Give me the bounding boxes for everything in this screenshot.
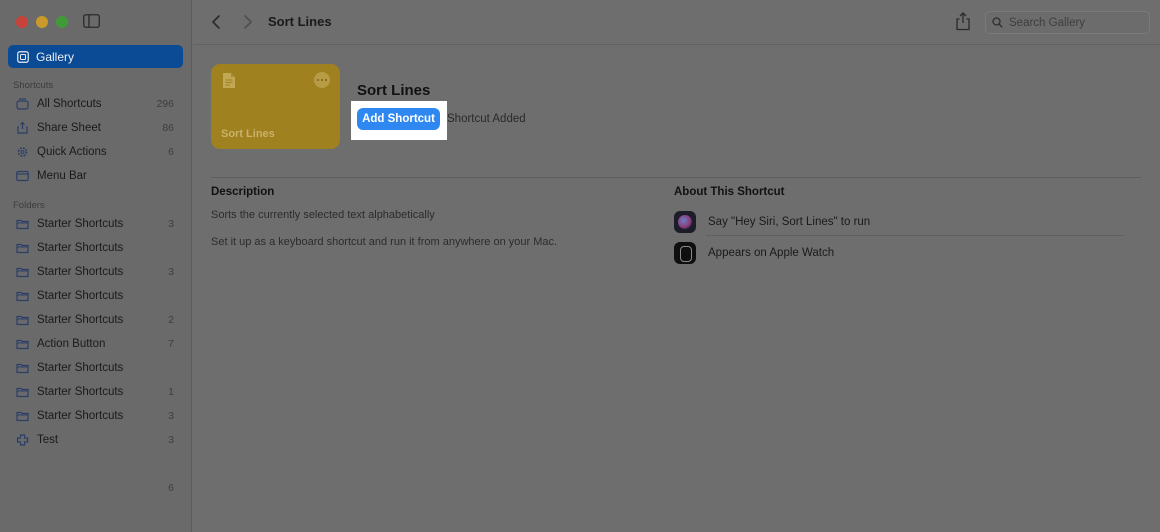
- folder-icon: [16, 315, 29, 326]
- apple-watch-icon: [674, 242, 696, 264]
- sidebar-item-label: Share Sheet: [37, 122, 101, 134]
- search-input[interactable]: [1009, 16, 1139, 29]
- folder-icon: [16, 243, 29, 254]
- sidebar-folder-item[interactable]: Starter Shortcuts 3: [16, 263, 176, 281]
- search-icon: [992, 17, 1003, 28]
- sidebar-item-all-shortcuts[interactable]: All Shortcuts 296: [16, 95, 176, 113]
- stack-icon: [16, 98, 29, 110]
- sidebar-folder-item[interactable]: Starter Shortcuts 2: [16, 311, 176, 329]
- sidebar-item-label: Quick Actions: [37, 146, 107, 158]
- siri-icon: [674, 211, 696, 233]
- sidebar-item-count: 2: [168, 314, 174, 326]
- sidebar-folder-item-test[interactable]: Test 3: [16, 431, 176, 449]
- folder-icon: [16, 387, 29, 398]
- sidebar-item-gallery[interactable]: Gallery: [8, 45, 183, 68]
- section-divider: [211, 177, 1141, 178]
- sidebar-folder-item[interactable]: Starter Shortcuts: [16, 359, 176, 377]
- about-divider: [706, 235, 1124, 236]
- document-icon: [223, 73, 235, 88]
- add-shortcut-highlight: Add Shortcut: [351, 101, 447, 140]
- sidebar-item-count: 7: [168, 338, 174, 350]
- page-title: Sort Lines: [268, 14, 332, 29]
- description-text: Sorts the currently selected text alphab…: [211, 209, 435, 221]
- chevron-left-icon[interactable]: [211, 14, 221, 30]
- sidebar-item-count: 86: [162, 122, 174, 134]
- gallery-icon: [17, 50, 29, 63]
- siri-row: Say "Hey Siri, Sort Lines" to run: [674, 210, 1124, 234]
- sidebar-item-count: 3: [168, 218, 174, 230]
- sidebar-item-quick-actions[interactable]: Quick Actions 6: [16, 143, 176, 161]
- sidebar-item-label: Starter Shortcuts: [37, 410, 124, 422]
- folder-icon: [16, 267, 29, 278]
- description-heading: Description: [211, 186, 275, 198]
- sidebar-item-menu-bar[interactable]: Menu Bar: [16, 167, 176, 185]
- more-options-icon[interactable]: [314, 72, 330, 88]
- folder-icon: [16, 339, 29, 350]
- sidebar-item-label: Menu Bar: [37, 170, 87, 182]
- folder-icon: [16, 219, 29, 230]
- toolbar: Sort Lines: [193, 0, 1160, 45]
- zoom-window-button[interactable]: [56, 16, 68, 28]
- sidebar-folder-item[interactable]: Starter Shortcuts: [16, 287, 176, 305]
- sidebar-item-label: Starter Shortcuts: [37, 290, 124, 302]
- sidebar-item-label: Test: [37, 434, 59, 446]
- sidebar-folder-item[interactable]: Starter Shortcuts 3: [16, 407, 176, 425]
- sidebar-toggle-icon[interactable]: [83, 14, 100, 28]
- sidebar-item-label: All Shortcuts: [37, 98, 102, 110]
- apple-watch-row: Appears on Apple Watch: [674, 241, 1124, 265]
- sidebar-item-share-sheet[interactable]: Share Sheet 86: [16, 119, 176, 137]
- siri-text: Say "Hey Siri, Sort Lines" to run: [708, 216, 871, 228]
- sidebar-item-label: Starter Shortcuts: [37, 362, 124, 374]
- sidebar-item-label: Gallery: [36, 49, 75, 64]
- sidebar-folder-item[interactable]: Action Button 7: [16, 335, 176, 353]
- sidebar-item-count: 3: [168, 410, 174, 422]
- folders-section-header: Folders: [13, 200, 45, 211]
- folder-icon: [16, 411, 29, 422]
- sidebar-item-count: 6: [168, 146, 174, 158]
- sidebar-item-label: Starter Shortcuts: [37, 218, 124, 230]
- puzzle-icon: [16, 434, 29, 446]
- sidebar-item-count: 3: [168, 266, 174, 278]
- add-shortcut-button[interactable]: Add Shortcut: [357, 108, 440, 130]
- about-heading: About This Shortcut: [674, 186, 785, 198]
- description-text: Set it up as a keyboard shortcut and run…: [211, 236, 558, 248]
- sidebar-folder-item[interactable]: Starter Shortcuts 1: [16, 383, 176, 401]
- gear-icon: [17, 147, 28, 157]
- share-icon: [17, 122, 28, 134]
- sidebar-item-count: 1: [168, 386, 174, 398]
- sidebar-item-label: Action Button: [37, 338, 106, 350]
- shortcuts-section-header: Shortcuts: [13, 80, 54, 91]
- sidebar-item-count: 3: [168, 434, 174, 446]
- sidebar-folder-item[interactable]: Starter Shortcuts 3: [16, 215, 176, 233]
- search-field[interactable]: [985, 11, 1150, 34]
- sidebar-bottom-count: 6: [168, 482, 174, 494]
- apple-watch-text: Appears on Apple Watch: [708, 247, 835, 259]
- sidebar: Gallery Shortcuts All Shortcuts 296 Shar…: [0, 0, 192, 532]
- shortcut-tile[interactable]: Sort Lines: [211, 64, 340, 149]
- folder-icon: [16, 291, 29, 302]
- minimize-window-button[interactable]: [36, 16, 48, 28]
- chevron-right-icon[interactable]: [243, 14, 253, 30]
- sidebar-item-label: Starter Shortcuts: [37, 314, 124, 326]
- sidebar-item-label: Starter Shortcuts: [37, 266, 124, 278]
- share-icon[interactable]: [955, 12, 971, 31]
- sidebar-item-count: 296: [156, 98, 174, 110]
- menubar-icon: [16, 170, 29, 182]
- folder-icon: [16, 363, 29, 374]
- window-controls: [16, 16, 68, 28]
- close-window-button[interactable]: [16, 16, 28, 28]
- sidebar-folder-item[interactable]: Starter Shortcuts: [16, 239, 176, 257]
- sidebar-item-label: Starter Shortcuts: [37, 242, 124, 254]
- shortcut-title: Sort Lines: [357, 82, 431, 99]
- tile-name: Sort Lines: [221, 128, 275, 140]
- added-status-text: Shortcut Added: [447, 113, 526, 125]
- sidebar-item-label: Starter Shortcuts: [37, 386, 124, 398]
